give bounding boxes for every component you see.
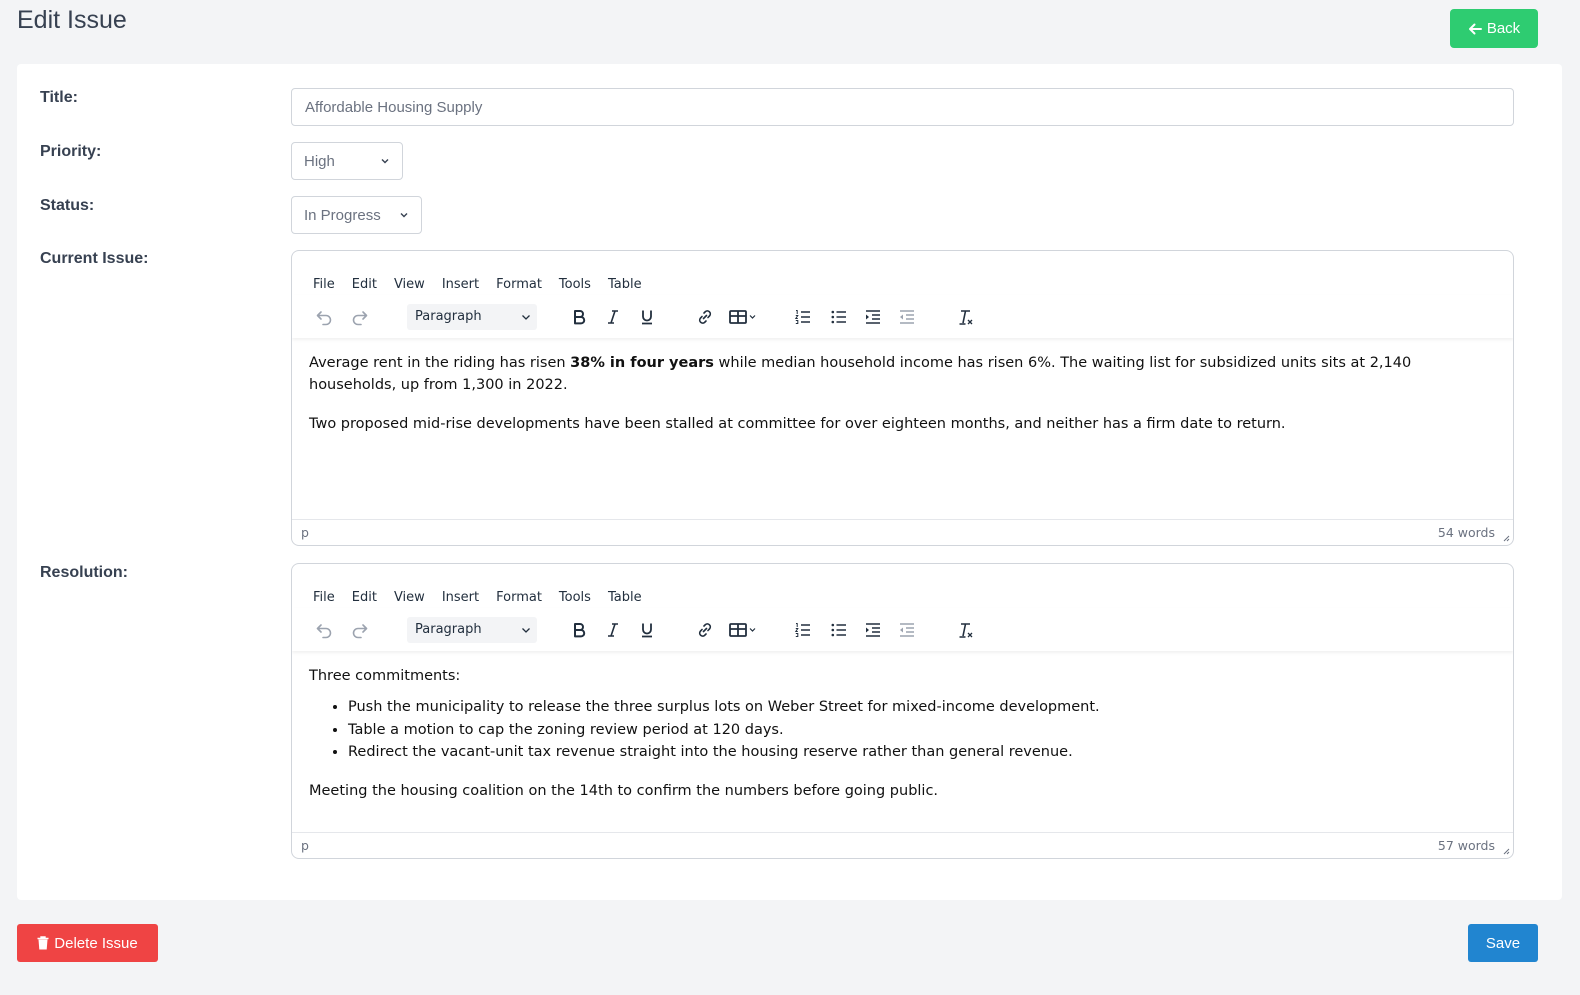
- back-button[interactable]: Back: [1450, 9, 1538, 48]
- chevron-down-icon: [400, 213, 408, 218]
- list-item: Table a motion to cap the zoning review …: [348, 719, 1497, 742]
- bullet-list-icon[interactable]: [825, 303, 853, 331]
- menu-insert[interactable]: Insert: [442, 277, 479, 292]
- bullet-list-icon[interactable]: [825, 616, 853, 644]
- arrow-left-icon: [1468, 23, 1482, 34]
- word-count[interactable]: 54 words: [1438, 525, 1495, 540]
- editor-statusbar: p 54 words: [292, 519, 1513, 545]
- menu-edit[interactable]: Edit: [352, 277, 377, 292]
- editor-toolbar: Paragraph: [292, 295, 1513, 338]
- title-label: Title:: [40, 89, 78, 106]
- delete-issue-button[interactable]: Delete Issue: [17, 924, 158, 962]
- back-label: Back: [1486, 20, 1521, 37]
- current-issue-content[interactable]: Average rent in the riding has risen 38%…: [292, 338, 1513, 435]
- delete-issue-label: Delete Issue: [54, 934, 138, 952]
- menu-tools[interactable]: Tools: [559, 277, 591, 292]
- editor-toolbar: Paragraph: [292, 608, 1513, 651]
- link-icon[interactable]: [691, 616, 719, 644]
- outdent-icon[interactable]: [893, 303, 921, 331]
- bold-icon[interactable]: [565, 303, 593, 331]
- undo-icon[interactable]: [310, 616, 338, 644]
- page-title: Edit Issue: [17, 6, 127, 34]
- resolution-list: Push the municipality to release the thr…: [348, 696, 1497, 764]
- status-select[interactable]: In Progress: [291, 196, 422, 234]
- resolution-label: Resolution:: [40, 564, 128, 581]
- element-path[interactable]: p: [301, 525, 309, 540]
- menu-tools[interactable]: Tools: [559, 590, 591, 605]
- status-value: In Progress: [304, 206, 381, 224]
- menu-file[interactable]: File: [313, 277, 335, 292]
- outdent-icon[interactable]: [893, 616, 921, 644]
- chevron-down-icon: [381, 159, 389, 164]
- block-format-select[interactable]: Paragraph: [407, 303, 537, 330]
- menu-format[interactable]: Format: [496, 277, 542, 292]
- priority-select[interactable]: High: [291, 142, 403, 180]
- status-label: Status:: [40, 197, 95, 214]
- priority-label: Priority:: [40, 143, 102, 160]
- numbered-list-icon[interactable]: [789, 303, 817, 331]
- bold-text: 38% in four years: [570, 355, 714, 371]
- title-input[interactable]: Affordable Housing Supply: [291, 88, 1514, 126]
- resize-handle-icon[interactable]: [1502, 534, 1510, 542]
- indent-icon[interactable]: [859, 616, 887, 644]
- resolution-outro: Meeting the housing coalition on the 14t…: [309, 782, 939, 799]
- list-item: Push the municipality to release the thr…: [348, 696, 1497, 719]
- italic-icon[interactable]: [599, 303, 627, 331]
- element-path[interactable]: p: [301, 838, 309, 853]
- editor-menubar: File Edit View Insert Format Tools Table: [292, 564, 1513, 608]
- menu-view[interactable]: View: [394, 277, 425, 292]
- underline-icon[interactable]: [633, 303, 661, 331]
- table-icon[interactable]: [723, 303, 763, 331]
- resize-handle-icon[interactable]: [1502, 847, 1510, 855]
- redo-icon[interactable]: [346, 616, 374, 644]
- redo-icon[interactable]: [346, 303, 374, 331]
- menu-format[interactable]: Format: [496, 590, 542, 605]
- editor-statusbar: p 57 words: [292, 832, 1513, 858]
- block-format-value: Paragraph: [415, 622, 482, 637]
- undo-icon[interactable]: [310, 303, 338, 331]
- current-issue-editor: File Edit View Insert Format Tools Table…: [291, 250, 1514, 546]
- clear-format-icon[interactable]: [951, 616, 979, 644]
- menu-edit[interactable]: Edit: [352, 590, 377, 605]
- underline-icon[interactable]: [633, 616, 661, 644]
- priority-value: High: [304, 152, 335, 170]
- italic-icon[interactable]: [599, 616, 627, 644]
- chevron-down-icon: [522, 314, 530, 320]
- menu-file[interactable]: File: [313, 590, 335, 605]
- save-button[interactable]: Save: [1468, 924, 1538, 962]
- resolution-content[interactable]: Three commitments: Push the municipality…: [292, 651, 1513, 802]
- menu-table[interactable]: Table: [608, 277, 642, 292]
- menu-table[interactable]: Table: [608, 590, 642, 605]
- current-issue-label: Current Issue:: [40, 250, 149, 267]
- bold-icon[interactable]: [565, 616, 593, 644]
- link-icon[interactable]: [691, 303, 719, 331]
- block-format-select[interactable]: Paragraph: [407, 616, 537, 643]
- trash-icon: [37, 936, 49, 950]
- block-format-value: Paragraph: [415, 309, 482, 324]
- current-issue-paragraph-1: Average rent in the riding has risen 38%…: [309, 355, 1412, 393]
- numbered-list-icon[interactable]: [789, 616, 817, 644]
- chevron-down-icon: [522, 627, 530, 633]
- table-icon[interactable]: [723, 616, 763, 644]
- word-count[interactable]: 57 words: [1438, 838, 1495, 853]
- editor-menubar: File Edit View Insert Format Tools Table: [292, 251, 1513, 295]
- list-item: Redirect the vacant-unit tax revenue str…: [348, 741, 1497, 764]
- title-value: Affordable Housing Supply: [305, 98, 483, 116]
- clear-format-icon[interactable]: [951, 303, 979, 331]
- resolution-intro: Three commitments:: [309, 668, 461, 684]
- menu-insert[interactable]: Insert: [442, 590, 479, 605]
- menu-view[interactable]: View: [394, 590, 425, 605]
- current-issue-paragraph-2: Two proposed mid-rise developments have …: [309, 416, 1286, 432]
- indent-icon[interactable]: [859, 303, 887, 331]
- resolution-editor: File Edit View Insert Format Tools Table…: [291, 563, 1514, 859]
